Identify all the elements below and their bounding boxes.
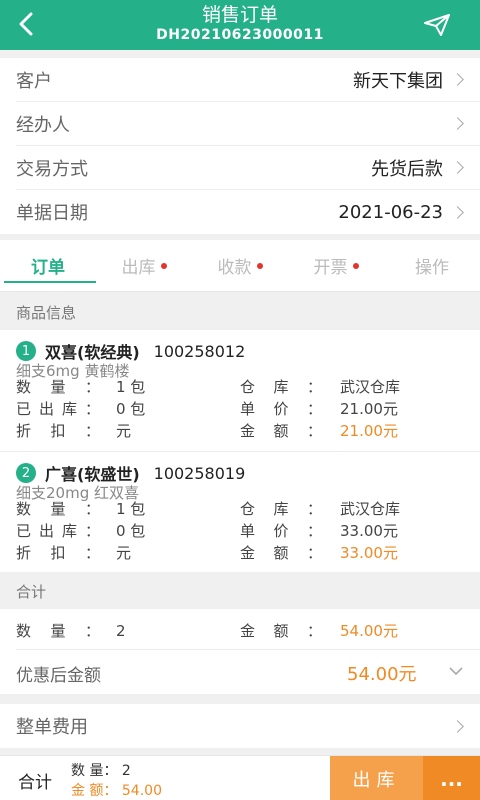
- bottom-total-label: 合计: [18, 773, 52, 793]
- qty-label: 数量：: [16, 378, 100, 396]
- customer-row[interactable]: 客户 新天下集团: [16, 58, 480, 102]
- warehouse-label: 仓库：: [240, 500, 322, 518]
- product-section-header: 商品信息: [0, 294, 480, 330]
- notification-dot: [256, 262, 263, 269]
- chevron-down-icon[interactable]: [449, 666, 463, 676]
- total-section-header: 合计: [0, 573, 480, 609]
- bottom-bar: 合计 数 量： 2 金 额： 54.00 出库 ...: [0, 755, 480, 800]
- notification-dot: [352, 262, 359, 269]
- total-summary-row: 数量： 2 金额： 54.00元: [16, 609, 480, 650]
- chevron-right-icon: [451, 117, 464, 130]
- handler-row[interactable]: 经办人: [16, 102, 480, 146]
- notification-dot: [160, 262, 167, 269]
- amount-label: 金额：: [240, 422, 322, 440]
- order-number: DH20210623000011: [156, 27, 324, 43]
- warehouse-value: 武汉仓库: [340, 500, 401, 518]
- discounted-amount-label: 优惠后金额: [16, 666, 101, 686]
- discount-value: 元: [116, 544, 132, 562]
- order-fee-label: 整单费用: [16, 717, 88, 738]
- order-fee-row[interactable]: 整单费用: [0, 704, 480, 748]
- index-badge: 1: [16, 341, 36, 361]
- tab-outbound[interactable]: 出库: [96, 240, 192, 291]
- send-button[interactable]: [420, 8, 454, 42]
- chevron-right-icon: [451, 719, 464, 733]
- discounted-amount-value: 54.00元: [347, 664, 417, 685]
- total-amount-label: 金额：: [240, 622, 322, 640]
- trade-method-value: 先货后款: [371, 158, 443, 180]
- warehouse-label: 仓库：: [240, 378, 322, 396]
- product-list: 1 双喜(软经典) 100258012 细支6mg 黄鹤楼 数量： 1 包 已出库…: [0, 330, 480, 572]
- shipped-label: 已出库：: [16, 522, 100, 540]
- tab-label: 操作: [415, 258, 449, 278]
- unit-price-value: 21.00元: [340, 400, 398, 418]
- total-amount-value: 54.00元: [340, 622, 398, 640]
- qty-value: 1 包: [116, 378, 146, 396]
- tab-label: 开票: [313, 258, 348, 278]
- trade-method-row[interactable]: 交易方式 先货后款: [16, 146, 480, 190]
- handler-label: 经办人: [16, 114, 70, 136]
- tab-order[interactable]: 订单: [0, 240, 96, 291]
- tab-label: 收款: [217, 258, 252, 278]
- list-item[interactable]: 1 双喜(软经典) 100258012 细支6mg 黄鹤楼 数量： 1 包 已出库…: [0, 330, 480, 451]
- bottom-amount: 金 额： 54.00: [71, 783, 162, 799]
- product-code: 100258012: [153, 341, 246, 361]
- bottom-qty: 数 量： 2: [71, 763, 131, 779]
- shipped-value: 0 包: [116, 400, 146, 418]
- unit-price-label: 单价：: [240, 400, 322, 418]
- amount-label: 金额：: [240, 544, 322, 562]
- page-title: 销售订单: [201, 4, 278, 26]
- total-qty-label: 数量：: [16, 622, 100, 640]
- discount-value: 元: [116, 422, 132, 440]
- top-bar: 销售订单 DH20210623000011: [0, 0, 480, 50]
- chevron-right-icon: [451, 73, 464, 86]
- order-info-list: 客户 新天下集团 经办人 交易方式 先货后款 单据日期 2021-06-23: [0, 58, 480, 234]
- discount-label: 折扣：: [16, 544, 100, 562]
- amount-value: 21.00元: [340, 422, 398, 440]
- doc-date-label: 单据日期: [16, 203, 88, 224]
- discounted-amount-row[interactable]: 优惠后金额 54.00元: [16, 650, 480, 694]
- unit-price-label: 单价：: [240, 522, 322, 540]
- tab-operations[interactable]: 操作: [384, 240, 480, 291]
- qty-value: 1 包: [116, 500, 146, 518]
- tab-label: 出库: [121, 258, 156, 278]
- shipped-value: 0 包: [116, 522, 146, 540]
- order-tabs: 订单 出库 收款 开票 操作: [0, 240, 480, 292]
- chevron-right-icon: [451, 205, 464, 219]
- chevron-right-icon: [451, 161, 464, 174]
- tab-payment[interactable]: 收款: [192, 240, 288, 291]
- unit-price-value: 33.00元: [340, 522, 398, 540]
- index-badge: 2: [16, 463, 36, 483]
- ship-out-button[interactable]: 出库: [330, 756, 423, 800]
- more-button[interactable]: ...: [423, 756, 480, 800]
- total-qty-value: 2: [116, 622, 126, 640]
- trade-method-label: 交易方式: [16, 158, 88, 180]
- customer-label: 客户: [16, 70, 52, 92]
- customer-value: 新天下集团: [353, 70, 443, 92]
- amount-value: 33.00元: [340, 544, 398, 562]
- list-item[interactable]: 2 广喜(软盛世) 100258019 细支20mg 红双喜 数量： 1 包 已出…: [0, 451, 480, 572]
- doc-date-value: 2021-06-23: [338, 201, 443, 223]
- shipped-label: 已出库：: [16, 400, 100, 418]
- paper-plane-icon: [424, 14, 450, 36]
- discount-label: 折扣：: [16, 422, 100, 440]
- totals: 数量： 2 金额： 54.00元 优惠后金额 54.00元: [0, 609, 480, 694]
- warehouse-value: 武汉仓库: [340, 378, 401, 396]
- tab-invoice[interactable]: 开票: [288, 240, 384, 291]
- product-code: 100258019: [153, 463, 246, 483]
- doc-date-row[interactable]: 单据日期 2021-06-23: [16, 190, 480, 234]
- qty-label: 数量：: [16, 500, 100, 518]
- tab-label: 订单: [31, 258, 65, 278]
